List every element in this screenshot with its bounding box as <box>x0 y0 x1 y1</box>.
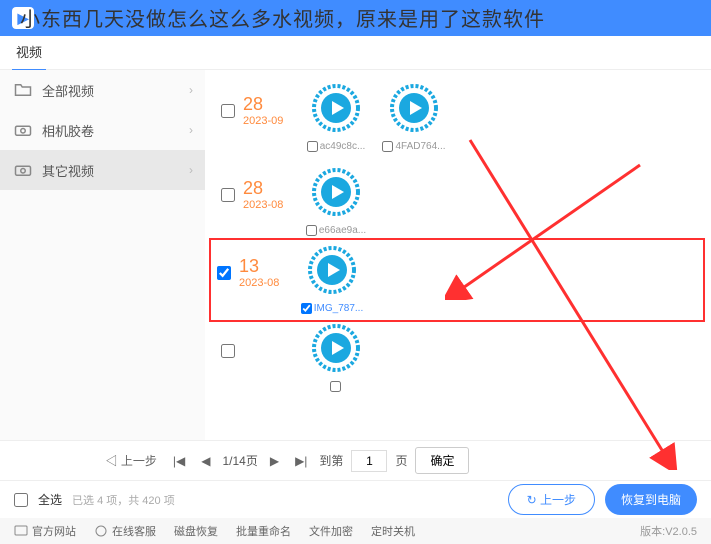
page-jump-input[interactable] <box>351 450 387 472</box>
sidebar: 全部视频 › 相机胶卷 › 其它视频 › <box>0 70 205 440</box>
footer-link-3[interactable]: 文件加密 <box>309 523 353 539</box>
page-next-icon[interactable]: ▶ <box>266 452 283 470</box>
group-checkbox[interactable] <box>217 266 231 280</box>
chevron-right-icon: › <box>189 83 193 97</box>
file-checkbox[interactable] <box>382 141 393 152</box>
file-checkbox[interactable] <box>330 381 341 392</box>
date-group: 282023-09 ac49c8c... 4FAD764... <box>217 76 699 160</box>
main-area: 全部视频 › 相机胶卷 › 其它视频 › 282023-09 ac49c8c... 4FAD7… <box>0 70 711 440</box>
group-checkbox[interactable] <box>221 344 235 358</box>
date-group <box>217 316 699 400</box>
customer-service-link[interactable]: 在线客服 <box>94 523 156 539</box>
goto-label: 到第 <box>319 452 343 469</box>
sidebar-label: 其它视频 <box>42 161 94 180</box>
video-thumb[interactable]: ac49c8c... <box>303 84 369 152</box>
sidebar-label: 相机胶卷 <box>42 121 94 140</box>
thumb-row <box>303 324 369 392</box>
version-label: 版本:V2.0.5 <box>640 523 697 539</box>
group-checkbox[interactable] <box>221 188 235 202</box>
group-date: 282023-09 <box>243 94 303 127</box>
footer-link-2[interactable]: 批量重命名 <box>236 523 291 539</box>
overlay-caption: 小东西几天没做怎么这么多水视频，原来是用了这款软件 <box>20 3 545 32</box>
footer-link-4[interactable]: 定时关机 <box>371 523 415 539</box>
sidebar-item-1[interactable]: 相机胶卷 › <box>0 110 205 150</box>
date-group: 132023-08 IMG_787... <box>209 238 705 322</box>
group-checkbox[interactable] <box>221 104 235 118</box>
sidebar-label: 全部视频 <box>42 81 94 100</box>
file-checkbox[interactable] <box>301 303 312 314</box>
page-info: 1/14页 <box>222 452 257 469</box>
date-group: 282023-08 e66ae9a... <box>217 160 699 244</box>
tab-video[interactable]: 视频 <box>12 34 46 71</box>
sidebar-item-0[interactable]: 全部视频 › <box>0 70 205 110</box>
thumb-row: IMG_787... <box>299 246 365 314</box>
footer-bar: 官方网站 在线客服 磁盘恢复 批量重命名 文件加密 定时关机 版本:V2.0.5 <box>0 518 711 544</box>
pagination-bar: ◁ 上一步 |◀ ◀ 1/14页 ▶ ▶| 到第 页 确定 <box>0 440 711 480</box>
file-name: 4FAD764... <box>395 141 445 152</box>
page-unit: 页 <box>395 452 407 469</box>
thumb-row: ac49c8c... 4FAD764... <box>303 84 447 152</box>
action-bar: 全选 已选 4 项，共 420 项 ↻ 上一步 恢复到电脑 <box>0 480 711 518</box>
tab-row: 视频 <box>0 36 711 70</box>
thumb-row: e66ae9a... <box>303 168 369 236</box>
video-thumb[interactable]: e66ae9a... <box>303 168 369 236</box>
file-checkbox[interactable] <box>306 225 317 236</box>
chevron-right-icon: › <box>189 123 193 137</box>
file-checkbox[interactable] <box>307 141 318 152</box>
chevron-right-icon: › <box>189 163 193 177</box>
video-thumb[interactable]: 4FAD764... <box>381 84 447 152</box>
footer-link-1[interactable]: 磁盘恢复 <box>174 523 218 539</box>
page-first-icon[interactable]: |◀ <box>169 452 189 470</box>
official-site-link[interactable]: 官方网站 <box>14 523 76 539</box>
page-prev-icon[interactable]: ◀ <box>197 452 214 470</box>
video-thumb[interactable] <box>303 324 369 392</box>
file-name: IMG_787... <box>314 303 363 314</box>
prev-step-link[interactable]: ◁ 上一步 <box>102 450 161 471</box>
sidebar-item-2[interactable]: 其它视频 › <box>0 150 205 190</box>
file-name: ac49c8c... <box>320 141 366 152</box>
content-area[interactable]: 282023-09 ac49c8c... 4FAD764... 282023-08 e6… <box>205 70 711 440</box>
video-thumb[interactable]: IMG_787... <box>299 246 365 314</box>
page-go-button[interactable]: 确定 <box>415 447 469 474</box>
file-name: e66ae9a... <box>319 225 366 236</box>
page-last-icon[interactable]: ▶| <box>291 452 311 470</box>
group-date: 132023-08 <box>239 256 299 289</box>
group-date: 282023-08 <box>243 178 303 211</box>
